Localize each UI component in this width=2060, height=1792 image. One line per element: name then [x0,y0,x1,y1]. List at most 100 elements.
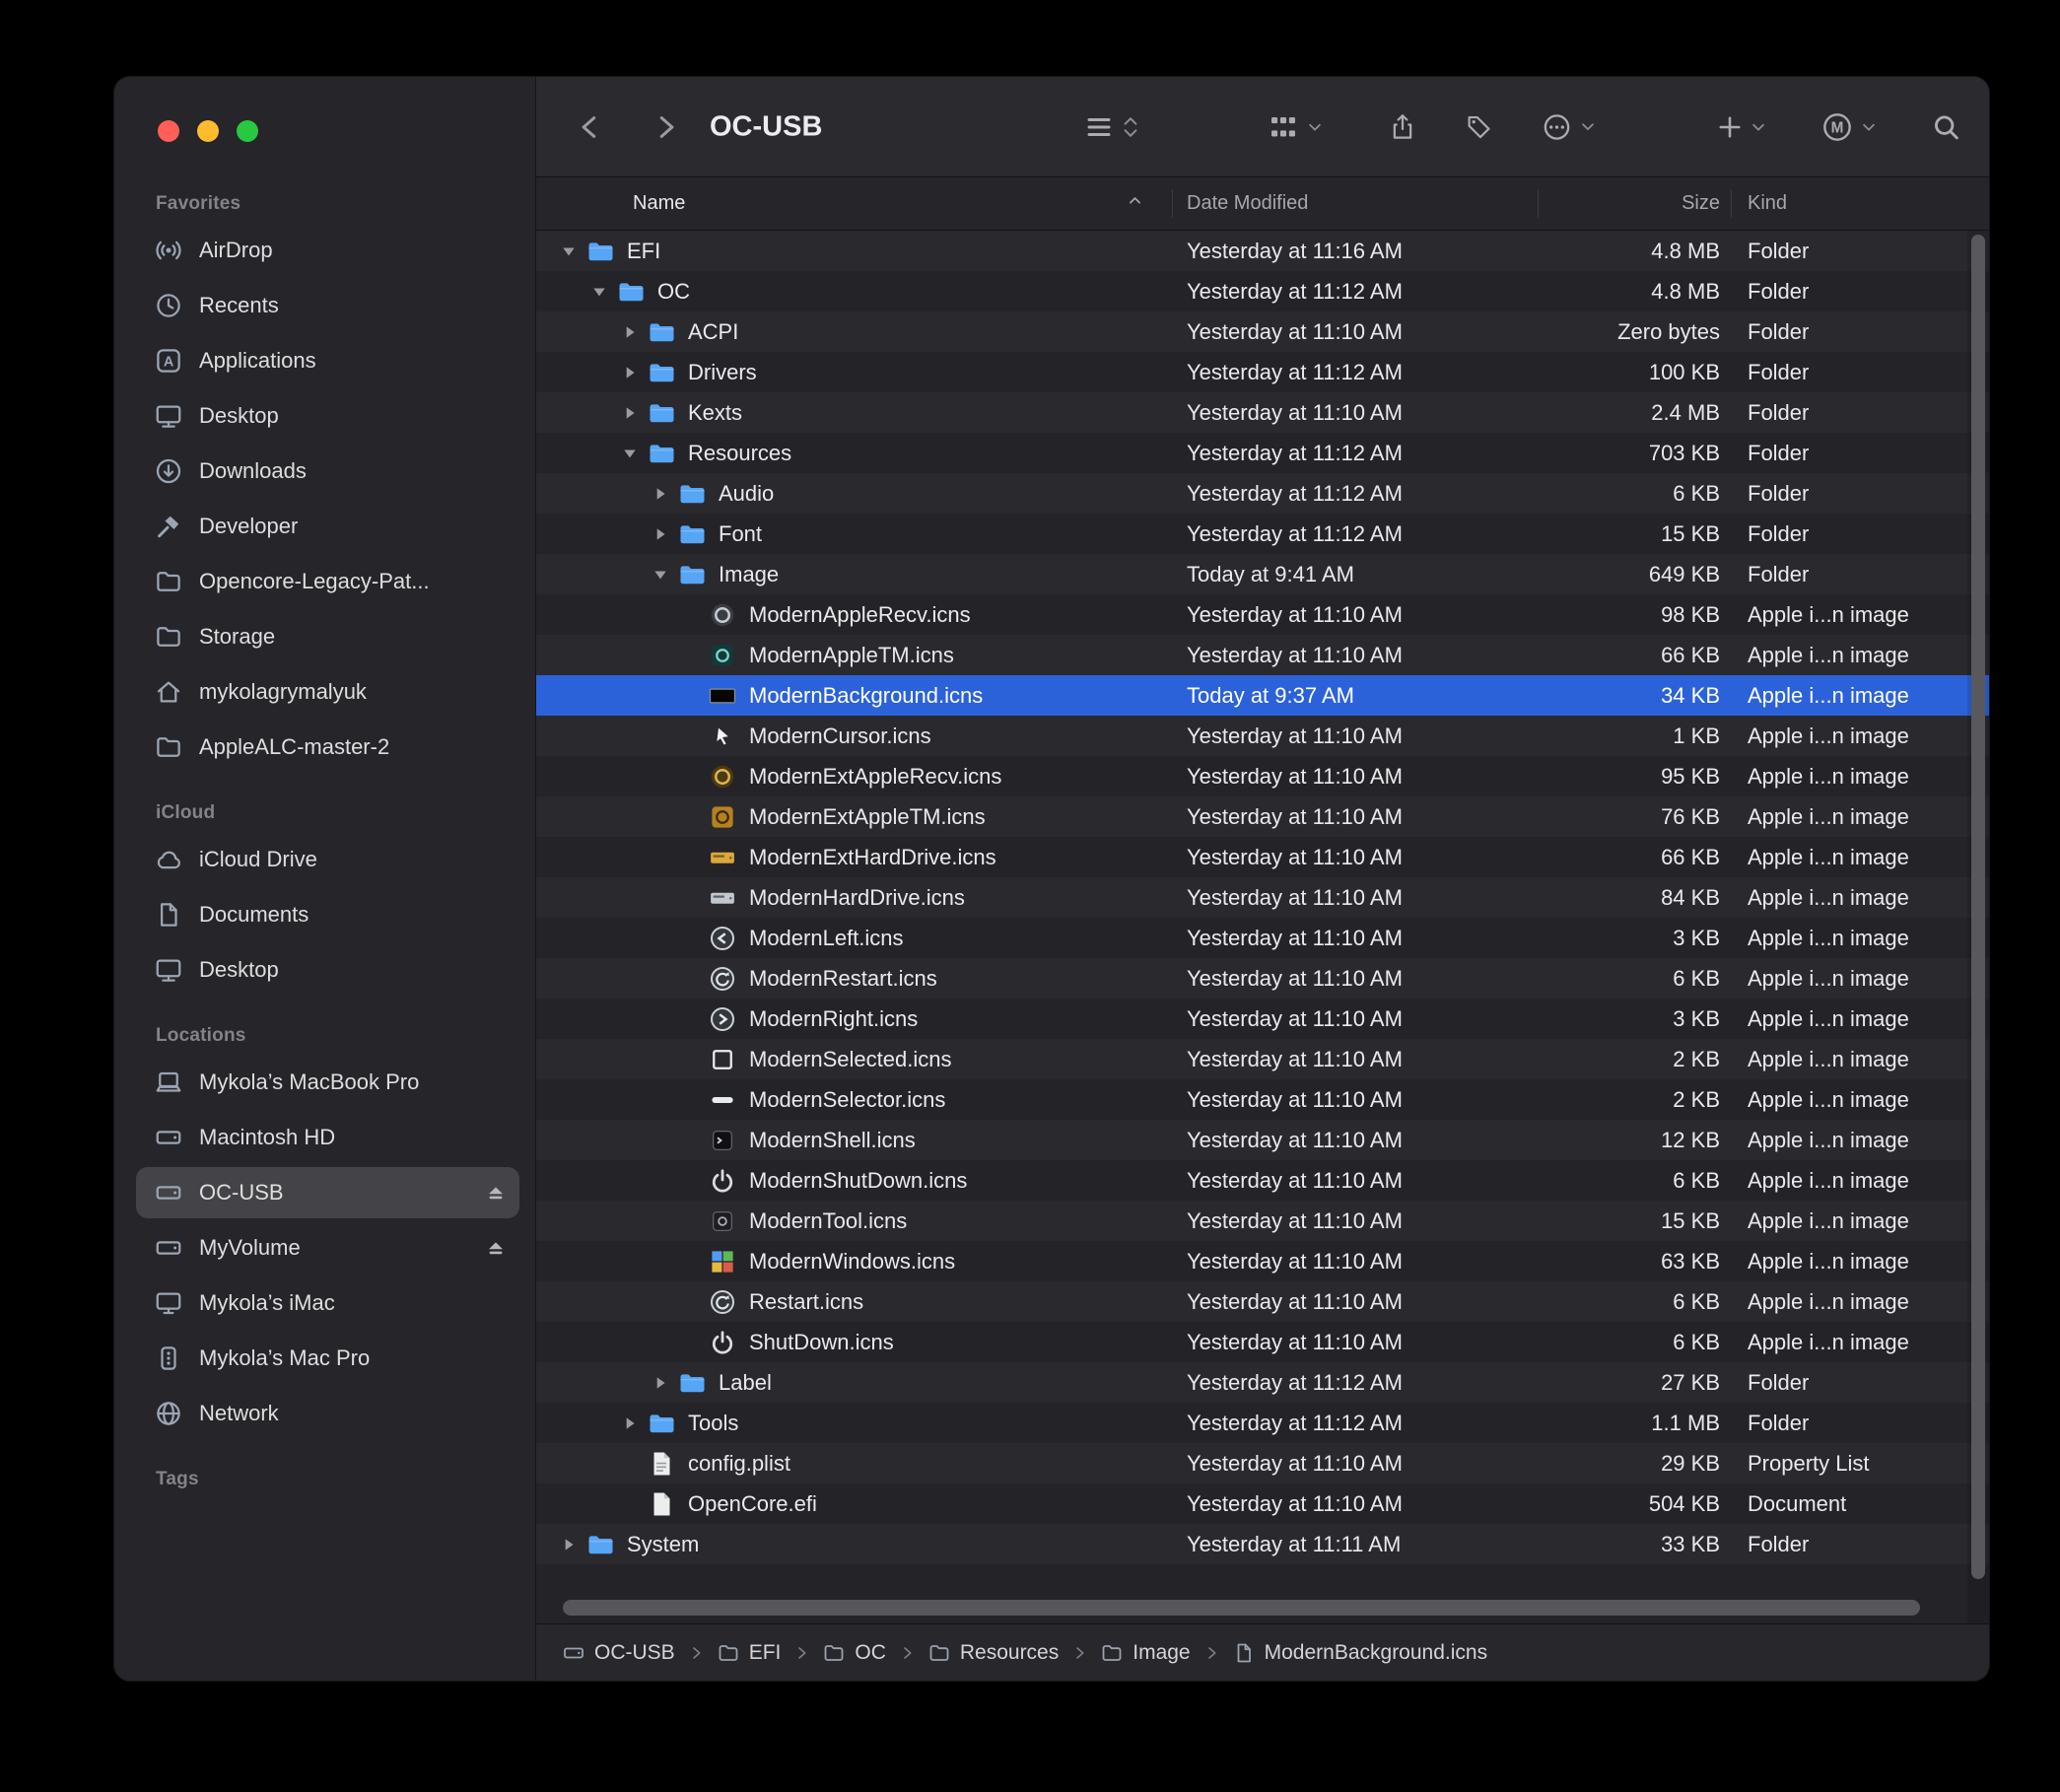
vertical-scrollbar[interactable] [1967,231,1989,1623]
file-row-moderncursor-icns[interactable]: ModernCursor.icnsYesterday at 11:10 AM1 … [536,716,1989,756]
file-row-opencore-efi[interactable]: OpenCore.efiYesterday at 11:10 AM504 KBD… [536,1483,1989,1524]
file-row-modernextharddrive-icns[interactable]: ModernExtHardDrive.icnsYesterday at 11:1… [536,837,1989,877]
disclosure-triangle[interactable] [615,439,645,468]
sidebar-item-desktop[interactable]: Desktop [136,390,519,442]
zoom-button[interactable] [237,120,258,142]
sidebar-item-applealc-master-2[interactable]: AppleALC-master-2 [136,722,519,773]
close-button[interactable] [158,120,179,142]
disclosure-triangle[interactable] [646,560,675,589]
file-row-modernappletm-icns[interactable]: ModernAppleTM.icnsYesterday at 11:10 AM6… [536,635,1989,675]
sidebar-item-myvolume[interactable]: MyVolume [136,1222,519,1274]
file-row-modernharddrive-icns[interactable]: ModernHardDrive.icnsYesterday at 11:10 A… [536,877,1989,918]
breadcrumb-item-efi[interactable]: EFI [717,1641,782,1665]
file-row-modernbackground-icns[interactable]: ModernBackground.icnsToday at 9:37 AM34 … [536,675,1989,716]
sidebar-item-mykola-s-macbook-pro[interactable]: Mykola’s MacBook Pro [136,1057,519,1108]
sidebar-item-recents[interactable]: Recents [136,280,519,331]
vertical-scroll-thumb[interactable] [1971,235,1985,1579]
file-row-tools[interactable]: ToolsYesterday at 11:12 AM1.1 MBFolder [536,1403,1989,1443]
sidebar-item-opencore-legacy-pat[interactable]: Opencore-Legacy-Pat... [136,556,519,607]
file-row-config-plist[interactable]: config.plistYesterday at 11:10 AM29 KBPr… [536,1443,1989,1483]
file-row-modernextapplerecv-icns[interactable]: ModernExtAppleRecv.icnsYesterday at 11:1… [536,756,1989,796]
breadcrumb-label: ModernBackground.icns [1265,1641,1487,1665]
sidebar-item-label: Mykola’s MacBook Pro [199,1069,508,1095]
file-row-system[interactable]: SystemYesterday at 11:11 AM33 KBFolder [536,1524,1989,1564]
tag-button[interactable] [1465,112,1493,141]
file-row-label[interactable]: LabelYesterday at 11:12 AM27 KBFolder [536,1362,1989,1403]
file-row-audio[interactable]: AudioYesterday at 11:12 AM6 KBFolder [536,473,1989,514]
disclosure-triangle[interactable] [584,277,614,307]
account-menu-button[interactable]: M [1821,111,1878,143]
file-row-modernshell-icns[interactable]: ModernShell.icnsYesterday at 11:10 AM12 … [536,1120,1989,1160]
file-row-acpi[interactable]: ACPIYesterday at 11:10 AMZero bytesFolde… [536,311,1989,352]
sidebar-item-network[interactable]: Network [136,1388,519,1439]
file-row-drivers[interactable]: DriversYesterday at 11:12 AM100 KBFolder [536,352,1989,392]
file-row-modernrestart-icns[interactable]: ModernRestart.icnsYesterday at 11:10 AM6… [536,958,1989,999]
file-row-resources[interactable]: ResourcesYesterday at 11:12 AM703 KBFold… [536,433,1989,473]
sidebar-item-downloads[interactable]: Downloads [136,446,519,497]
sidebar-item-applications[interactable]: AApplications [136,335,519,386]
sidebar-item-desktop[interactable]: Desktop [136,944,519,996]
breadcrumb-item-resources[interactable]: Resources [927,1641,1059,1665]
horizontal-scroll-thumb[interactable] [563,1600,1920,1616]
content-area: OC-USB M Name Date Modified Size Kind EF… [536,77,1989,1681]
share-button[interactable] [1388,112,1417,142]
breadcrumb-item-modernbackground-icns[interactable]: ModernBackground.icns [1232,1641,1487,1665]
file-row-image[interactable]: ImageToday at 9:41 AM649 KBFolder [536,554,1989,594]
file-row-modernextappletm-icns[interactable]: ModernExtAppleTM.icnsYesterday at 11:10 … [536,796,1989,837]
back-button[interactable] [576,112,605,142]
disclosure-triangle[interactable] [615,398,645,428]
sidebar-item-mykola-s-imac[interactable]: Mykola’s iMac [136,1277,519,1329]
file-row-modernapplerecv-icns[interactable]: ModernAppleRecv.icnsYesterday at 11:10 A… [536,594,1989,635]
disclosure-triangle[interactable] [554,1530,584,1559]
file-row-moderntool-icns[interactable]: ModernTool.icnsYesterday at 11:10 AM15 K… [536,1201,1989,1241]
file-row-modernselector-icns[interactable]: ModernSelector.icnsYesterday at 11:10 AM… [536,1079,1989,1120]
sidebar-section-title: Locations [156,1025,519,1047]
disclosure-triangle[interactable] [615,1409,645,1438]
breadcrumb-item-oc[interactable]: OC [822,1641,886,1665]
column-header-kind[interactable]: Kind [1732,177,1989,230]
minimize-button[interactable] [197,120,219,142]
display-icon [154,1288,183,1318]
new-item-button[interactable] [1717,114,1767,140]
column-header-date-modified[interactable]: Date Modified [1173,177,1539,230]
file-row-efi[interactable]: EFIYesterday at 11:16 AM4.8 MBFolder [536,231,1989,271]
group-by-button[interactable] [1268,111,1324,143]
view-mode-button[interactable] [1084,112,1140,142]
sidebar-item-icloud-drive[interactable]: iCloud Drive [136,834,519,885]
file-row-modernwindows-icns[interactable]: ModernWindows.icnsYesterday at 11:10 AM6… [536,1241,1989,1281]
eject-button[interactable] [484,1236,508,1260]
sidebar-item-mykola-s-mac-pro[interactable]: Mykola’s Mac Pro [136,1333,519,1384]
column-header-size[interactable]: Size [1539,177,1732,230]
column-header-name[interactable]: Name [536,177,1173,230]
file-row-modernselected-icns[interactable]: ModernSelected.icnsYesterday at 11:10 AM… [536,1039,1989,1079]
file-row-font[interactable]: FontYesterday at 11:12 AM15 KBFolder [536,514,1989,554]
file-row-modernshutdown-icns[interactable]: ModernShutDown.icnsYesterday at 11:10 AM… [536,1160,1989,1201]
more-actions-button[interactable] [1542,111,1597,142]
sidebar-item-macintosh-hd[interactable]: Macintosh HD [136,1112,519,1163]
forward-button[interactable] [651,112,680,142]
eject-button[interactable] [484,1181,508,1205]
sidebar-item-airdrop[interactable]: AirDrop [136,225,519,276]
file-row-modernleft-icns[interactable]: ModernLeft.icnsYesterday at 11:10 AM3 KB… [536,918,1989,958]
disclosure-triangle[interactable] [554,237,584,266]
file-date-modified: Yesterday at 11:10 AM [1173,1006,1539,1032]
disclosure-triangle[interactable] [646,479,675,509]
sidebar-item-documents[interactable]: Documents [136,889,519,940]
disclosure-triangle[interactable] [615,358,645,387]
sidebar-item-storage[interactable]: Storage [136,611,519,662]
disclosure-triangle[interactable] [646,519,675,549]
file-row-shutdown-icns[interactable]: ShutDown.icnsYesterday at 11:10 AM6 KBAp… [536,1322,1989,1362]
breadcrumb-item-oc-usb[interactable]: OC-USB [562,1641,675,1665]
sidebar-item-developer[interactable]: Developer [136,501,519,552]
file-row-modernright-icns[interactable]: ModernRight.icnsYesterday at 11:10 AM3 K… [536,999,1989,1039]
sidebar-item-oc-usb[interactable]: OC-USB [136,1167,519,1218]
file-row-restart-icns[interactable]: Restart.icnsYesterday at 11:10 AM6 KBApp… [536,1281,1989,1322]
file-row-kexts[interactable]: KextsYesterday at 11:10 AM2.4 MBFolder [536,392,1989,433]
file-row-oc[interactable]: OCYesterday at 11:12 AM4.8 MBFolder [536,271,1989,311]
search-button[interactable] [1932,112,1960,141]
sidebar-item-mykolagrymalyuk[interactable]: mykolagrymalyuk [136,666,519,718]
file-kind: Apple i...n image [1732,885,1989,911]
breadcrumb-item-image[interactable]: Image [1100,1641,1190,1665]
disclosure-triangle[interactable] [615,317,645,347]
disclosure-triangle[interactable] [646,1368,675,1398]
